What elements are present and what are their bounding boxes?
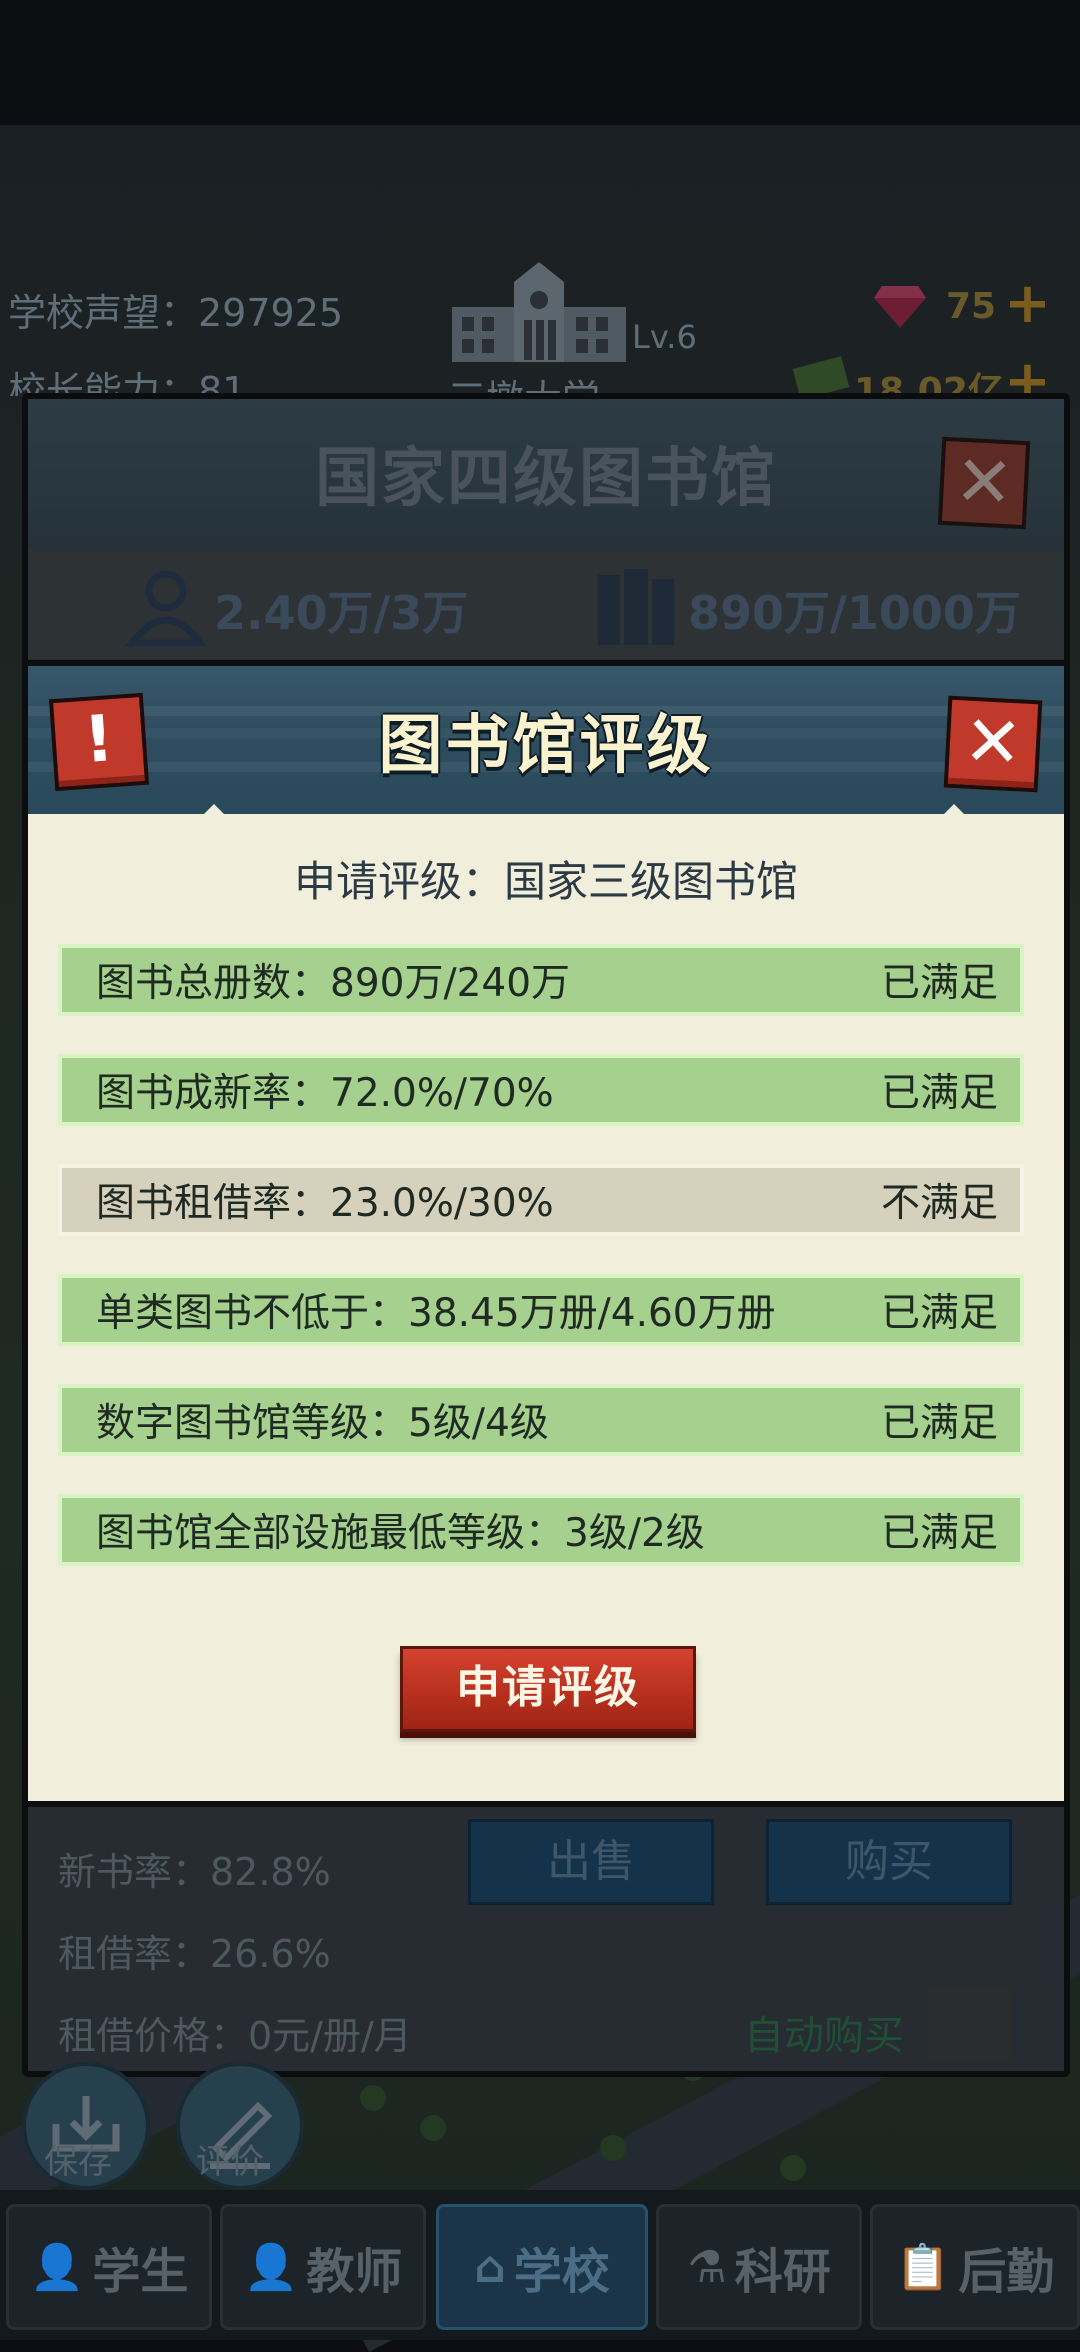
requirement-label: 单类图书不低于：38.45万册/4.60万册: [96, 1291, 776, 1336]
auto-buy-label: 自动购买: [744, 2013, 904, 2059]
requirement-label: 图书总册数：890万/240万: [96, 961, 571, 1006]
bottom-navigation: 👤 学生 👤 教师 ⌂ 学校 ⚗ 科研 📋 后勤: [0, 2190, 1080, 2340]
library-stats-bar: 2.40万/3万 890万/1000万: [28, 549, 1064, 659]
requirement-label: 数字图书馆等级：5级/4级: [96, 1401, 549, 1446]
requirement-row: 图书成新率：72.0%/70% 已满足: [58, 1054, 1024, 1126]
new-book-rate: 新书率：82.8%: [58, 1850, 331, 1894]
school-icon: ⌂: [474, 2241, 506, 2293]
tab-teachers[interactable]: 👤 教师: [220, 2204, 426, 2330]
tab-label: 科研: [734, 2244, 831, 2300]
requirement-row: 单类图书不低于：38.45万册/4.60万册 已满足: [58, 1274, 1024, 1346]
flask-icon: ⚗: [687, 2241, 727, 2293]
requirement-row-unmet: 图书租借率：23.0%/30% 不满足: [58, 1164, 1024, 1236]
teacher-icon: 👤: [243, 2242, 299, 2293]
dialog-title: 图书馆评级: [378, 709, 714, 783]
requirement-label: 图书馆全部设施最低等级：3级/2级: [96, 1511, 705, 1556]
student-icon: 👤: [29, 2242, 85, 2293]
rental-rate: 租借率：26.6%: [58, 1932, 331, 1976]
gem-count: 75: [946, 286, 997, 327]
library-panel-title: 国家四级图书馆: [315, 442, 777, 516]
principal-ability: 校长能力：81: [8, 369, 247, 396]
tree: [600, 2135, 626, 2161]
tab-label: 教师: [306, 2244, 403, 2300]
requirement-row: 图书馆全部设施最低等级：3级/2级 已满足: [58, 1494, 1024, 1566]
review-label: 评价: [196, 2142, 264, 2182]
reader-icon: [125, 567, 207, 647]
tree: [360, 2085, 386, 2111]
library-close-button[interactable]: ✕: [937, 436, 1031, 530]
tab-research[interactable]: ⚗ 科研: [656, 2204, 862, 2330]
tree: [780, 2155, 806, 2181]
requirement-row: 图书总册数：890万/240万 已满足: [58, 944, 1024, 1016]
school-building-icon[interactable]: [452, 262, 627, 370]
tab-label: 后勤: [958, 2244, 1055, 2300]
school-name: 三墩大学: [448, 368, 600, 396]
requirement-status: 已满足: [880, 1291, 998, 1336]
requirement-status: 已满足: [880, 1511, 998, 1556]
requirement-status: 已满足: [880, 1401, 998, 1446]
auto-buy-checkbox[interactable]: [928, 1987, 1012, 2061]
clipboard-icon: 📋: [895, 2242, 951, 2293]
tab-logistics[interactable]: 📋 后勤: [870, 2204, 1080, 2330]
school-reputation: 学校声望：297925: [8, 291, 344, 335]
close-icon: ✕: [961, 699, 1025, 785]
book-count: 890万/1000万: [688, 586, 1021, 640]
requirement-label: 图书租借率：23.0%/30%: [96, 1181, 554, 1226]
apply-rating-button[interactable]: 申请评级: [400, 1646, 696, 1732]
sell-button[interactable]: 出售: [468, 1819, 714, 1905]
gem-icon: [874, 284, 926, 328]
tab-label: 学生: [92, 2244, 189, 2300]
add-money-button[interactable]: +: [1004, 354, 1051, 394]
close-button[interactable]: ✕: [943, 695, 1043, 793]
requirement-status: 已满足: [880, 961, 998, 1006]
tab-students[interactable]: 👤 学生: [6, 2204, 212, 2330]
books-icon: [594, 565, 678, 649]
requirement-status: 已满足: [880, 1071, 998, 1116]
rental-price: 租借价格：0元/册/月: [58, 2014, 412, 2058]
library-rating-dialog: ! 图书馆评级 ✕ 申请评级：国家三级图书馆 图书总册数：890万/240万 已…: [22, 660, 1070, 1807]
requirement-label: 图书成新率：72.0%/70%: [96, 1071, 554, 1116]
save-label: 保存: [44, 2142, 112, 2182]
money-amount: 18.02亿: [854, 371, 1004, 396]
apply-rating-subtitle: 申请评级：国家三级图书馆: [293, 857, 798, 906]
tree: [420, 2115, 446, 2141]
requirement-status: 不满足: [880, 1181, 998, 1226]
requirement-row: 数字图书馆等级：5级/4级 已满足: [58, 1384, 1024, 1456]
school-level: Lv.6: [632, 318, 697, 356]
add-gems-button[interactable]: +: [1004, 276, 1051, 332]
buy-button[interactable]: 购买: [766, 1819, 1012, 1905]
tab-school[interactable]: ⌂ 学校: [436, 2204, 648, 2330]
tab-label: 学校: [513, 2244, 610, 2300]
reader-count: 2.40万/3万: [214, 586, 469, 640]
